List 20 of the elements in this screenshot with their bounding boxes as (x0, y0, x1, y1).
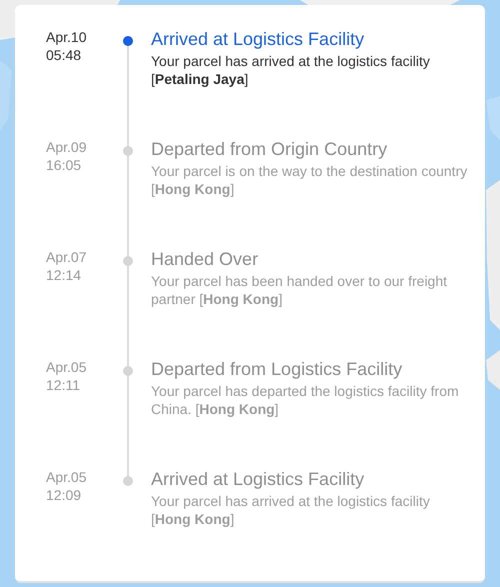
event-date: Apr.09 (46, 138, 88, 156)
event-time: 12:14 (46, 266, 82, 284)
event-date: Apr.05 (46, 468, 88, 486)
event-title: Departed from Origin Country (151, 138, 388, 161)
event-time: 05:48 (46, 46, 82, 64)
event-title: Arrived at Logistics Facility (151, 468, 366, 491)
event-title: Departed from Logistics Facility (151, 358, 404, 381)
event-title: Handed Over (151, 248, 260, 271)
event-description: Your parcel has departed the logistics facility from China. [Hong Kong] (151, 382, 460, 418)
event-description: Your parcel has been handed over to our freight partner [Hong Kong] (151, 272, 448, 308)
event-description: Your parcel is on the way to the destination country [Hong Kong] (151, 162, 468, 198)
event-title: Arrived at Logistics Facility (151, 28, 366, 51)
event-time: 12:11 (46, 376, 81, 394)
event-date: Apr.10 (46, 28, 88, 46)
event-date: Apr.05 (46, 358, 88, 376)
event-time: 12:09 (46, 486, 82, 504)
event-time: 16:05 (46, 156, 82, 174)
event-description: Your parcel has arrived at the logistics facility [Petaling Jaya] (151, 52, 431, 88)
event-description: Your parcel has arrived at the logistics facility [Hong Kong] (151, 492, 431, 528)
event-date: Apr.07 (46, 248, 88, 266)
